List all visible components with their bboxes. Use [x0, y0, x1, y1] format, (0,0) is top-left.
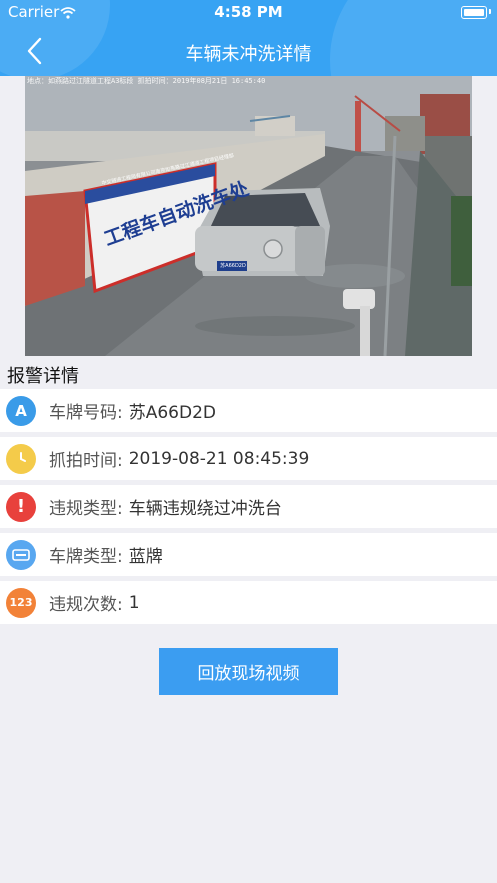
license-plate-text: 苏A66D2D	[220, 263, 246, 269]
battery-icon	[461, 6, 487, 19]
detail-value: 2019-08-21 08:45:39	[128, 448, 310, 469]
nav-bar: Carrier 4:58 PM 车辆未冲洗详情	[0, 0, 497, 76]
detail-value: 车辆违规绕过冲洗台	[128, 499, 282, 519]
page-title: 车辆未冲洗详情	[185, 44, 312, 65]
icon-glyph: A	[15, 401, 27, 420]
letter-a-icon: A	[6, 395, 36, 426]
counter-123-icon: 123	[6, 587, 36, 618]
detail-row-capture-time: 抓拍时间: 2019-08-21 08:45:39	[0, 437, 497, 480]
plate-icon	[6, 539, 36, 570]
battery-tip	[489, 9, 491, 14]
detail-label: 违规次数:	[49, 595, 123, 615]
detail-row-plate-type: 车牌类型: 蓝牌	[0, 533, 497, 576]
capture-photo: 地点：如燕路过江隧道工程A3标段 抓拍时间：2019年08月21日 16:45:…	[25, 76, 472, 356]
detail-label: 车牌类型:	[49, 547, 123, 567]
detail-label: 车牌号码:	[49, 403, 123, 423]
section-title: 报警详情	[7, 366, 79, 387]
replay-video-button[interactable]: 回放现场视频	[159, 648, 338, 695]
detail-value: 1	[128, 592, 140, 613]
detail-row-plate-number: A 车牌号码: 苏A66D2D	[0, 389, 497, 432]
clock-icon	[6, 443, 36, 474]
alert-icon: !	[6, 491, 36, 522]
status-bar: Carrier 4:58 PM	[0, 0, 497, 24]
icon-glyph: 123	[9, 596, 33, 609]
detail-row-violation-count: 123 违规次数: 1	[0, 581, 497, 624]
status-time: 4:58 PM	[214, 3, 283, 21]
photo-timestamp: 地点：如燕路过江隧道工程A3标段 抓拍时间：2019年08月21日 16:45:…	[27, 77, 266, 85]
detail-label: 抓拍时间:	[49, 451, 123, 471]
detail-value: 苏A66D2D	[128, 403, 216, 423]
icon-glyph: !	[16, 496, 26, 517]
detail-value: 蓝牌	[128, 547, 163, 567]
detail-label: 违规类型:	[49, 499, 123, 519]
detail-row-violation-type: ! 违规类型: 车辆违规绕过冲洗台	[0, 485, 497, 528]
